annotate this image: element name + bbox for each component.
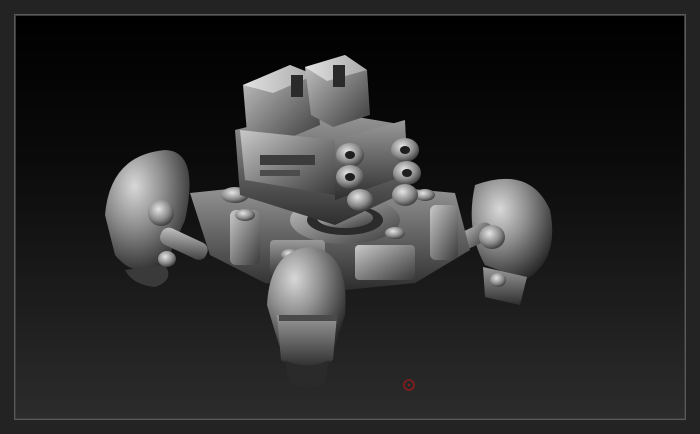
app-window xyxy=(0,0,700,434)
leg-back-left xyxy=(105,150,208,287)
draw-brush-cursor-icon xyxy=(403,379,415,391)
leg-front xyxy=(267,247,346,387)
mech-model-render[interactable] xyxy=(15,15,686,420)
turret xyxy=(235,55,410,225)
3d-viewport[interactable] xyxy=(14,14,686,420)
